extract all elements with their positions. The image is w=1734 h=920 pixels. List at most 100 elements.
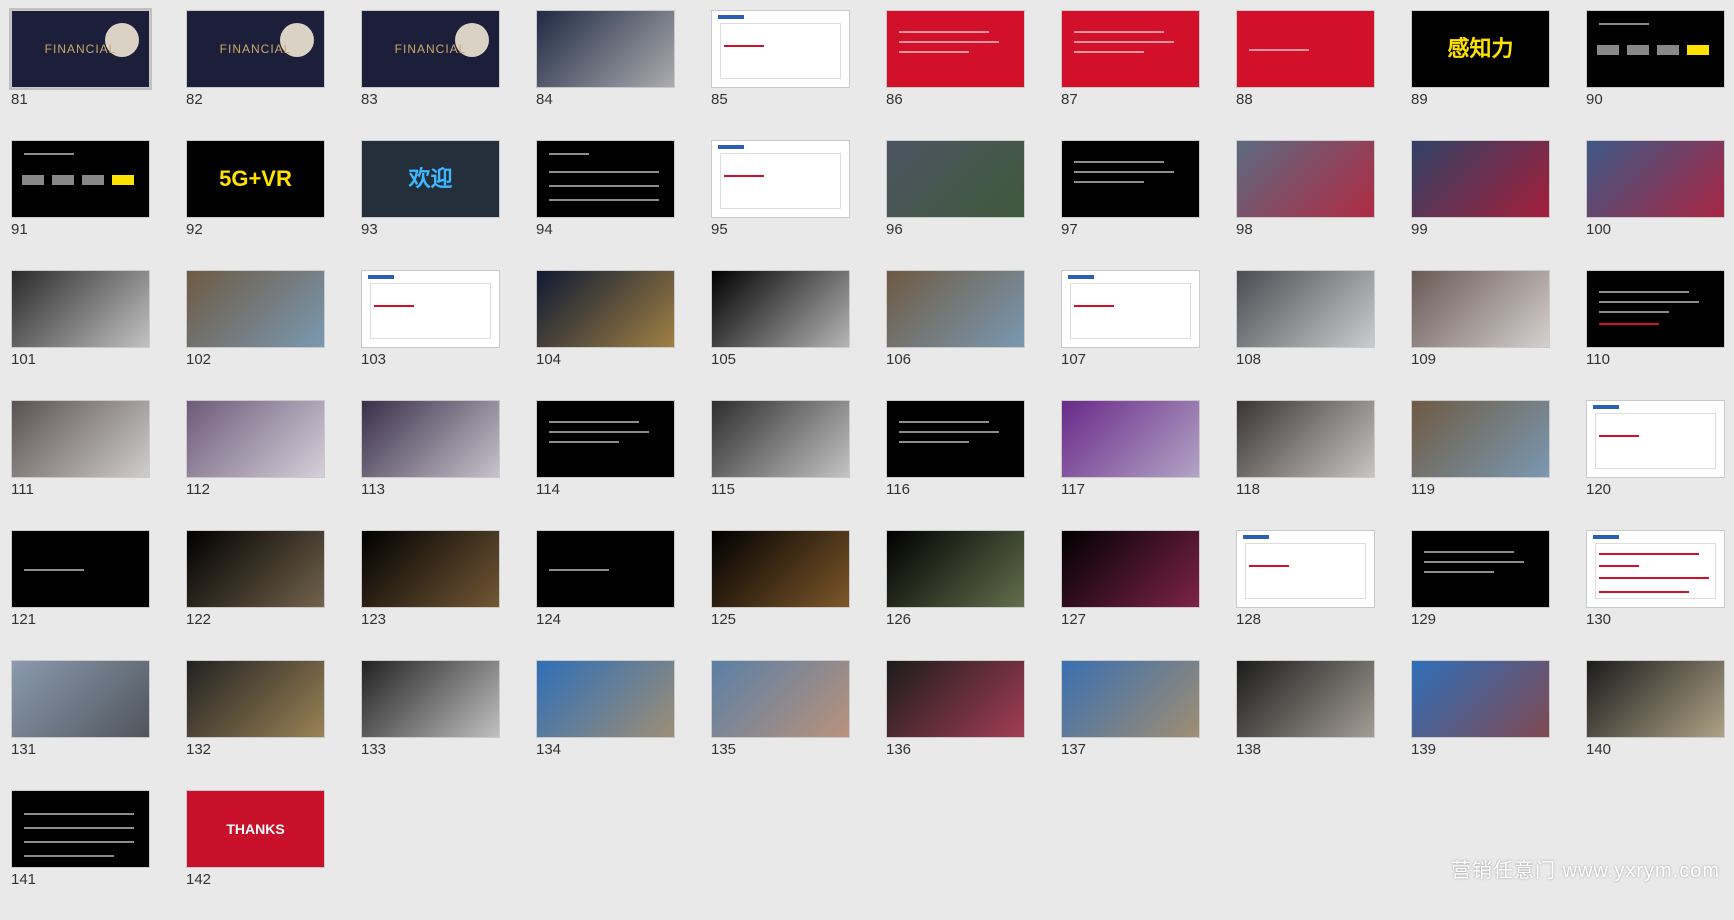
slide-thumbnail-cell[interactable]: 104	[536, 270, 675, 400]
slide-thumbnail-cell[interactable]: 109	[1411, 270, 1550, 400]
slide-thumbnail[interactable]	[1236, 140, 1375, 218]
slide-thumbnail-cell[interactable]: 107	[1061, 270, 1200, 400]
slide-thumbnail-cell[interactable]: 5G+VR 92	[186, 140, 325, 270]
slide-thumbnail[interactable]	[1586, 660, 1725, 738]
slide-thumbnail-cell[interactable]: 88	[1236, 10, 1375, 140]
slide-thumbnail-cell[interactable]: 94	[536, 140, 675, 270]
slide-thumbnail[interactable]	[536, 270, 675, 348]
slide-thumbnail[interactable]: FINANCIAL	[361, 10, 500, 88]
slide-thumbnail-cell[interactable]: FINANCIAL 82	[186, 10, 325, 140]
slide-thumbnail-cell[interactable]: 108	[1236, 270, 1375, 400]
slide-thumbnail[interactable]	[711, 660, 850, 738]
slide-thumbnail-cell[interactable]: 120	[1586, 400, 1725, 530]
slide-thumbnail[interactable]	[1236, 10, 1375, 88]
slide-thumbnail-cell[interactable]: 126	[886, 530, 1025, 660]
slide-thumbnail-cell[interactable]: 117	[1061, 400, 1200, 530]
slide-thumbnail-cell[interactable]: FINANCIAL 83	[361, 10, 500, 140]
slide-thumbnail[interactable]	[536, 530, 675, 608]
slide-thumbnail[interactable]	[11, 270, 150, 348]
slide-thumbnail[interactable]	[1586, 270, 1725, 348]
slide-thumbnail-cell[interactable]: FINANCIAL 81	[9, 8, 152, 140]
slide-thumbnail-cell[interactable]: 99	[1411, 140, 1550, 270]
slide-thumbnail[interactable]	[1411, 660, 1550, 738]
slide-thumbnail-cell[interactable]: 123	[361, 530, 500, 660]
slide-thumbnail[interactable]: FINANCIAL	[186, 10, 325, 88]
slide-thumbnail-cell[interactable]: 感知力 89	[1411, 10, 1550, 140]
slide-thumbnail-cell[interactable]: 103	[361, 270, 500, 400]
slide-thumbnail[interactable]	[186, 660, 325, 738]
slide-thumbnail[interactable]	[361, 270, 500, 348]
slide-thumbnail[interactable]	[11, 140, 150, 218]
slide-thumbnail-cell[interactable]: 137	[1061, 660, 1200, 790]
slide-thumbnail[interactable]	[1411, 530, 1550, 608]
slide-thumbnail[interactable]	[186, 270, 325, 348]
slide-thumbnail-cell[interactable]: 112	[186, 400, 325, 530]
slide-thumbnail[interactable]	[1061, 530, 1200, 608]
slide-thumbnail[interactable]: 欢迎	[361, 140, 500, 218]
slide-thumbnail[interactable]	[1586, 140, 1725, 218]
slide-thumbnail[interactable]	[711, 400, 850, 478]
slide-thumbnail-cell[interactable]: 欢迎 93	[361, 140, 500, 270]
slide-thumbnail-cell[interactable]: 129	[1411, 530, 1550, 660]
slide-thumbnail-cell[interactable]: 130	[1586, 530, 1725, 660]
slide-thumbnail-cell[interactable]: 124	[536, 530, 675, 660]
slide-thumbnail[interactable]	[1061, 270, 1200, 348]
slide-thumbnail-cell[interactable]: 118	[1236, 400, 1375, 530]
slide-thumbnail-cell[interactable]: 105	[711, 270, 850, 400]
slide-thumbnail[interactable]	[536, 660, 675, 738]
slide-thumbnail-cell[interactable]: 96	[886, 140, 1025, 270]
slide-thumbnail-cell[interactable]: 131	[11, 660, 150, 790]
slide-thumbnail[interactable]	[886, 660, 1025, 738]
slide-thumbnail-cell[interactable]: 139	[1411, 660, 1550, 790]
slide-thumbnail[interactable]	[886, 10, 1025, 88]
slide-thumbnail[interactable]	[1061, 10, 1200, 88]
slide-thumbnail-cell[interactable]: 100	[1586, 140, 1725, 270]
slide-thumbnail[interactable]	[11, 660, 150, 738]
slide-thumbnail-cell[interactable]: 91	[11, 140, 150, 270]
slide-thumbnail[interactable]	[1586, 530, 1725, 608]
slide-thumbnail-cell[interactable]: 116	[886, 400, 1025, 530]
slide-thumbnail-cell[interactable]: 136	[886, 660, 1025, 790]
slide-thumbnail[interactable]	[536, 140, 675, 218]
slide-thumbnail-cell[interactable]: 114	[536, 400, 675, 530]
slide-thumbnail[interactable]: 5G+VR	[186, 140, 325, 218]
slide-thumbnail[interactable]	[11, 400, 150, 478]
slide-thumbnail-cell[interactable]: 128	[1236, 530, 1375, 660]
slide-thumbnail-cell[interactable]: 133	[361, 660, 500, 790]
slide-thumbnail-cell[interactable]: 141	[11, 790, 150, 920]
slide-thumbnail[interactable]	[711, 10, 850, 88]
slide-thumbnail[interactable]	[1411, 400, 1550, 478]
slide-thumbnail[interactable]: THANKS	[186, 790, 325, 868]
slide-thumbnail[interactable]: FINANCIAL	[9, 8, 152, 90]
slide-thumbnail-cell[interactable]: 102	[186, 270, 325, 400]
slide-thumbnail[interactable]	[1061, 140, 1200, 218]
slide-thumbnail[interactable]	[536, 400, 675, 478]
slide-thumbnail[interactable]	[186, 530, 325, 608]
slide-thumbnail[interactable]	[1586, 400, 1725, 478]
slide-thumbnail[interactable]	[711, 530, 850, 608]
slide-thumbnail[interactable]	[886, 400, 1025, 478]
slide-thumbnail[interactable]	[11, 530, 150, 608]
slide-thumbnail-cell[interactable]: 134	[536, 660, 675, 790]
slide-thumbnail-cell[interactable]: 87	[1061, 10, 1200, 140]
slide-thumbnail-cell[interactable]: 119	[1411, 400, 1550, 530]
slide-thumbnail[interactable]	[1061, 660, 1200, 738]
slide-thumbnail[interactable]	[11, 790, 150, 868]
slide-thumbnail[interactable]	[886, 270, 1025, 348]
slide-thumbnail[interactable]	[1586, 10, 1725, 88]
slide-thumbnail-cell[interactable]: 106	[886, 270, 1025, 400]
slide-thumbnail[interactable]	[1236, 400, 1375, 478]
slide-thumbnail-cell[interactable]: 111	[11, 400, 150, 530]
slide-thumbnail-cell[interactable]: 122	[186, 530, 325, 660]
slide-thumbnail-cell[interactable]: 135	[711, 660, 850, 790]
slide-thumbnail[interactable]	[1236, 530, 1375, 608]
slide-thumbnail-cell[interactable]: THANKS 142	[186, 790, 325, 920]
slide-thumbnail-cell[interactable]: 132	[186, 660, 325, 790]
slide-thumbnail-cell[interactable]: 140	[1586, 660, 1725, 790]
slide-thumbnail-cell[interactable]: 98	[1236, 140, 1375, 270]
slide-thumbnail-cell[interactable]: 101	[11, 270, 150, 400]
slide-thumbnail-cell[interactable]: 115	[711, 400, 850, 530]
slide-thumbnail[interactable]	[1236, 270, 1375, 348]
slide-thumbnail-cell[interactable]: 84	[536, 10, 675, 140]
slide-thumbnail-cell[interactable]: 90	[1586, 10, 1725, 140]
